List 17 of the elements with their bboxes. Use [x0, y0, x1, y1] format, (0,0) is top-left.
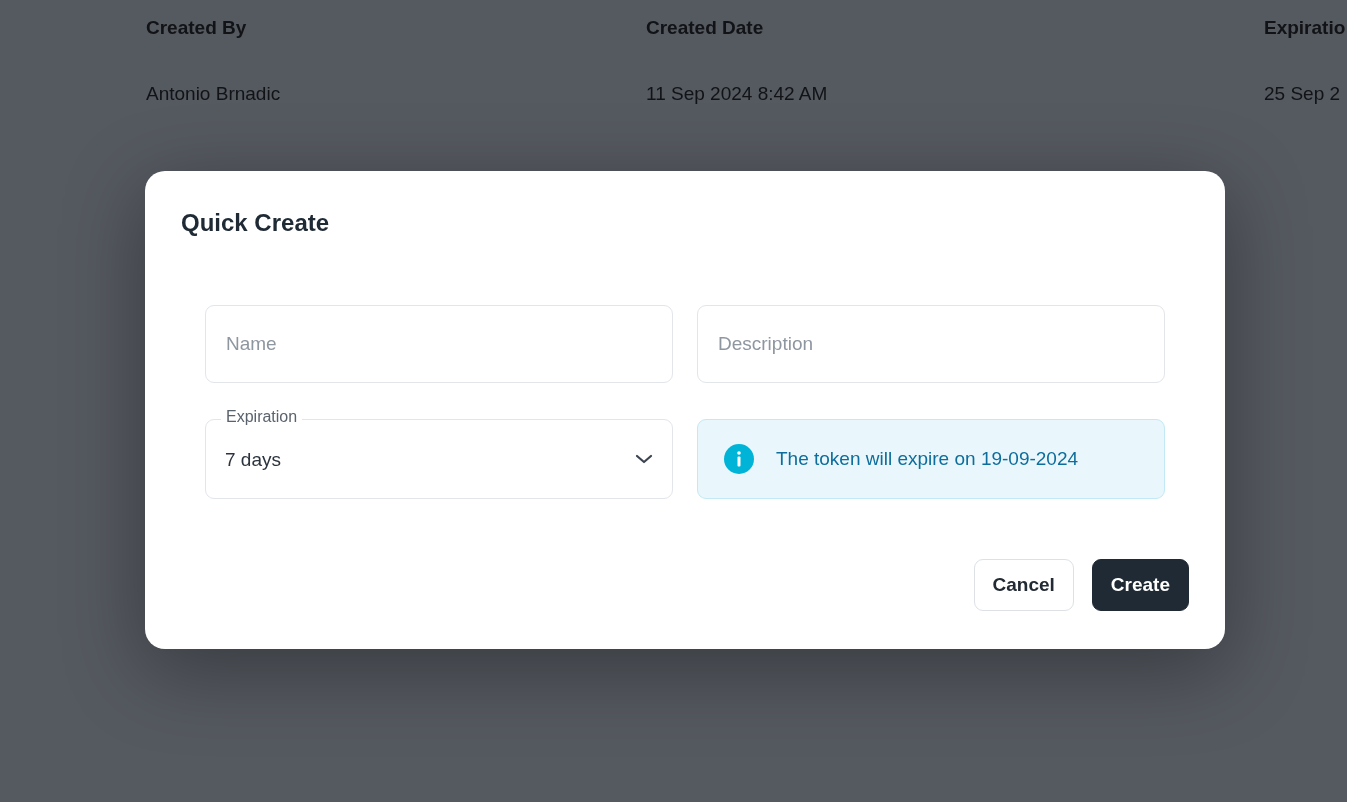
create-button[interactable]: Create	[1091, 559, 1189, 611]
select-field[interactable]: Expiration 7 days	[205, 408, 673, 499]
table-cell-text: Antonio Brnadic	[146, 83, 282, 106]
info-text: The token will expire on 19-09-2024	[776, 448, 1079, 470]
info-icon	[724, 444, 754, 474]
select-value: 7 days	[225, 448, 281, 471]
table-cell-text: 11 Sep 2024 8:42 AM	[646, 83, 829, 106]
chevron-down-icon	[635, 454, 653, 464]
column-header: Created By	[146, 17, 248, 40]
column-header: Created Date	[646, 17, 765, 40]
column-header: Expiratio	[1264, 17, 1347, 40]
table-cell-text: 25 Sep 2	[1264, 83, 1342, 106]
field-label: Expiration	[221, 408, 303, 426]
input-field[interactable]: Description	[697, 305, 1165, 383]
cancel-button[interactable]: Cancel	[973, 559, 1074, 611]
dialog-title: Quick Create	[181, 209, 331, 237]
input-field[interactable]: Name	[205, 305, 673, 383]
